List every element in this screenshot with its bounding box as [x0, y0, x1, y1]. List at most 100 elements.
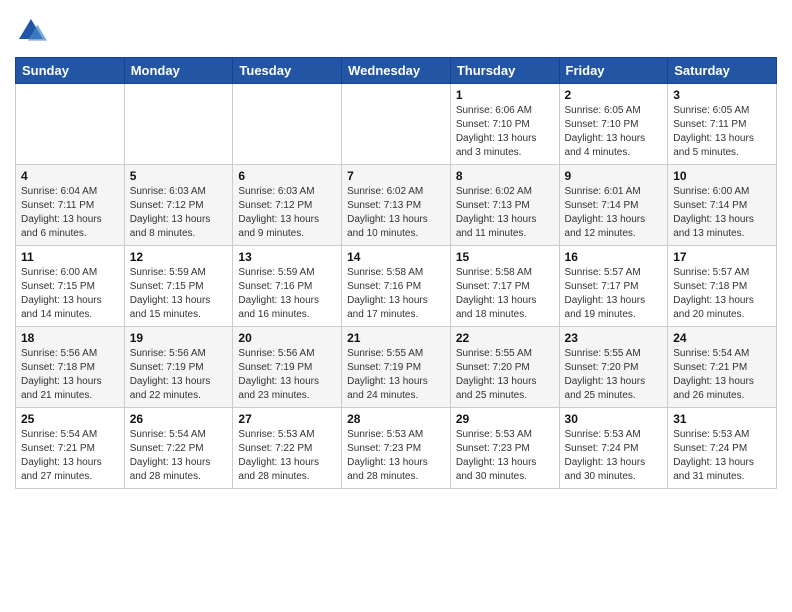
- calendar-cell: 16 Sunrise: 5:57 AM Sunset: 7:17 PM Dayli…: [559, 246, 668, 327]
- day-info: Sunrise: 5:55 AM Sunset: 7:20 PM Dayligh…: [565, 347, 663, 403]
- day-info: Sunrise: 6:05 AM Sunset: 7:11 PM Dayligh…: [673, 104, 771, 160]
- calendar-cell: 14 Sunrise: 5:58 AM Sunset: 7:16 PM Dayli…: [342, 246, 451, 327]
- week-row-5: 25Sunrise: 5:54 AM Sunset: 7:21 PM Dayli…: [16, 408, 777, 489]
- day-number: 16: [565, 250, 663, 264]
- weekday-header-row: SundayMondayTuesdayWednesdayThursdayFrid…: [16, 58, 777, 84]
- calendar-cell: 1Sunrise: 6:06 AM Sunset: 7:10 PM Daylig…: [450, 84, 559, 165]
- calendar-cell: 7 Sunrise: 6:02 AM Sunset: 7:13 PM Daylig…: [342, 165, 451, 246]
- day-info: Sunrise: 6:02 AM Sunset: 7:13 PM Dayligh…: [347, 185, 445, 241]
- day-info: Sunrise: 5:57 AM Sunset: 7:17 PM Dayligh…: [565, 266, 663, 322]
- weekday-tuesday: Tuesday: [233, 58, 342, 84]
- calendar-cell: 12 Sunrise: 5:59 AM Sunset: 7:15 PM Dayli…: [124, 246, 233, 327]
- weekday-wednesday: Wednesday: [342, 58, 451, 84]
- calendar-cell: 29 Sunrise: 5:53 AM Sunset: 7:23 PM Dayli…: [450, 408, 559, 489]
- day-info: Sunrise: 5:54 AM Sunset: 7:22 PM Dayligh…: [130, 428, 228, 484]
- week-row-3: 11 Sunrise: 6:00 AM Sunset: 7:15 PM Dayli…: [16, 246, 777, 327]
- calendar-cell: 11 Sunrise: 6:00 AM Sunset: 7:15 PM Dayli…: [16, 246, 125, 327]
- calendar-cell: 21 Sunrise: 5:55 AM Sunset: 7:19 PM Dayli…: [342, 327, 451, 408]
- day-info: Sunrise: 5:56 AM Sunset: 7:18 PM Dayligh…: [21, 347, 119, 403]
- day-number: 2: [565, 88, 663, 102]
- day-number: 8: [456, 169, 554, 183]
- day-info: Sunrise: 6:00 AM Sunset: 7:15 PM Dayligh…: [21, 266, 119, 322]
- day-number: 5: [130, 169, 228, 183]
- day-number: 18: [21, 331, 119, 345]
- day-number: 22: [456, 331, 554, 345]
- day-number: 7: [347, 169, 445, 183]
- calendar-cell: 19 Sunrise: 5:56 AM Sunset: 7:19 PM Dayli…: [124, 327, 233, 408]
- day-number: 27: [238, 412, 336, 426]
- logo-icon: [15, 15, 47, 47]
- day-info: Sunrise: 5:53 AM Sunset: 7:22 PM Dayligh…: [238, 428, 336, 484]
- day-number: 28: [347, 412, 445, 426]
- day-number: 11: [21, 250, 119, 264]
- day-number: 12: [130, 250, 228, 264]
- day-info: Sunrise: 5:54 AM Sunset: 7:21 PM Dayligh…: [673, 347, 771, 403]
- day-info: Sunrise: 5:55 AM Sunset: 7:19 PM Dayligh…: [347, 347, 445, 403]
- calendar-cell: [342, 84, 451, 165]
- day-info: Sunrise: 5:56 AM Sunset: 7:19 PM Dayligh…: [238, 347, 336, 403]
- day-number: 29: [456, 412, 554, 426]
- day-info: Sunrise: 6:03 AM Sunset: 7:12 PM Dayligh…: [130, 185, 228, 241]
- page-header: [15, 15, 777, 47]
- day-number: 10: [673, 169, 771, 183]
- day-number: 13: [238, 250, 336, 264]
- weekday-saturday: Saturday: [668, 58, 777, 84]
- logo: [15, 15, 51, 47]
- calendar-cell: 15Sunrise: 5:58 AM Sunset: 7:17 PM Dayli…: [450, 246, 559, 327]
- calendar-cell: 28 Sunrise: 5:53 AM Sunset: 7:23 PM Dayli…: [342, 408, 451, 489]
- calendar-cell: 25Sunrise: 5:54 AM Sunset: 7:21 PM Dayli…: [16, 408, 125, 489]
- calendar-cell: 6 Sunrise: 6:03 AM Sunset: 7:12 PM Daylig…: [233, 165, 342, 246]
- day-number: 19: [130, 331, 228, 345]
- day-info: Sunrise: 6:03 AM Sunset: 7:12 PM Dayligh…: [238, 185, 336, 241]
- day-info: Sunrise: 5:59 AM Sunset: 7:16 PM Dayligh…: [238, 266, 336, 322]
- day-number: 4: [21, 169, 119, 183]
- day-info: Sunrise: 6:05 AM Sunset: 7:10 PM Dayligh…: [565, 104, 663, 160]
- day-number: 24: [673, 331, 771, 345]
- day-info: Sunrise: 5:58 AM Sunset: 7:16 PM Dayligh…: [347, 266, 445, 322]
- day-number: 21: [347, 331, 445, 345]
- day-info: Sunrise: 5:58 AM Sunset: 7:17 PM Dayligh…: [456, 266, 554, 322]
- week-row-4: 18 Sunrise: 5:56 AM Sunset: 7:18 PM Dayli…: [16, 327, 777, 408]
- calendar-cell: 31 Sunrise: 5:53 AM Sunset: 7:24 PM Dayli…: [668, 408, 777, 489]
- day-number: 14: [347, 250, 445, 264]
- day-info: Sunrise: 5:56 AM Sunset: 7:19 PM Dayligh…: [130, 347, 228, 403]
- day-info: Sunrise: 5:53 AM Sunset: 7:24 PM Dayligh…: [565, 428, 663, 484]
- calendar-cell: 30 Sunrise: 5:53 AM Sunset: 7:24 PM Dayli…: [559, 408, 668, 489]
- calendar-cell: 10 Sunrise: 6:00 AM Sunset: 7:14 PM Dayli…: [668, 165, 777, 246]
- weekday-sunday: Sunday: [16, 58, 125, 84]
- day-info: Sunrise: 6:04 AM Sunset: 7:11 PM Dayligh…: [21, 185, 119, 241]
- calendar-cell: 13 Sunrise: 5:59 AM Sunset: 7:16 PM Dayli…: [233, 246, 342, 327]
- day-info: Sunrise: 6:01 AM Sunset: 7:14 PM Dayligh…: [565, 185, 663, 241]
- calendar-cell: 3Sunrise: 6:05 AM Sunset: 7:11 PM Daylig…: [668, 84, 777, 165]
- calendar-cell: 24 Sunrise: 5:54 AM Sunset: 7:21 PM Dayli…: [668, 327, 777, 408]
- day-number: 30: [565, 412, 663, 426]
- calendar-cell: 26 Sunrise: 5:54 AM Sunset: 7:22 PM Dayli…: [124, 408, 233, 489]
- weekday-friday: Friday: [559, 58, 668, 84]
- calendar-cell: 5 Sunrise: 6:03 AM Sunset: 7:12 PM Daylig…: [124, 165, 233, 246]
- day-number: 6: [238, 169, 336, 183]
- day-info: Sunrise: 5:53 AM Sunset: 7:23 PM Dayligh…: [347, 428, 445, 484]
- day-info: Sunrise: 5:53 AM Sunset: 7:24 PM Dayligh…: [673, 428, 771, 484]
- calendar-cell: 4 Sunrise: 6:04 AM Sunset: 7:11 PM Daylig…: [16, 165, 125, 246]
- calendar-cell: [16, 84, 125, 165]
- calendar-cell: 27 Sunrise: 5:53 AM Sunset: 7:22 PM Dayli…: [233, 408, 342, 489]
- day-info: Sunrise: 5:54 AM Sunset: 7:21 PM Dayligh…: [21, 428, 119, 484]
- calendar-cell: 20Sunrise: 5:56 AM Sunset: 7:19 PM Dayli…: [233, 327, 342, 408]
- calendar-cell: 23 Sunrise: 5:55 AM Sunset: 7:20 PM Dayli…: [559, 327, 668, 408]
- calendar-cell: 8Sunrise: 6:02 AM Sunset: 7:13 PM Daylig…: [450, 165, 559, 246]
- day-number: 17: [673, 250, 771, 264]
- day-info: Sunrise: 5:53 AM Sunset: 7:23 PM Dayligh…: [456, 428, 554, 484]
- day-info: Sunrise: 5:59 AM Sunset: 7:15 PM Dayligh…: [130, 266, 228, 322]
- day-number: 9: [565, 169, 663, 183]
- day-number: 31: [673, 412, 771, 426]
- calendar-cell: 17Sunrise: 5:57 AM Sunset: 7:18 PM Dayli…: [668, 246, 777, 327]
- weekday-monday: Monday: [124, 58, 233, 84]
- day-number: 23: [565, 331, 663, 345]
- weekday-thursday: Thursday: [450, 58, 559, 84]
- day-number: 26: [130, 412, 228, 426]
- day-number: 1: [456, 88, 554, 102]
- calendar-cell: [124, 84, 233, 165]
- calendar-cell: 18 Sunrise: 5:56 AM Sunset: 7:18 PM Dayli…: [16, 327, 125, 408]
- day-info: Sunrise: 6:00 AM Sunset: 7:14 PM Dayligh…: [673, 185, 771, 241]
- calendar-table: SundayMondayTuesdayWednesdayThursdayFrid…: [15, 57, 777, 489]
